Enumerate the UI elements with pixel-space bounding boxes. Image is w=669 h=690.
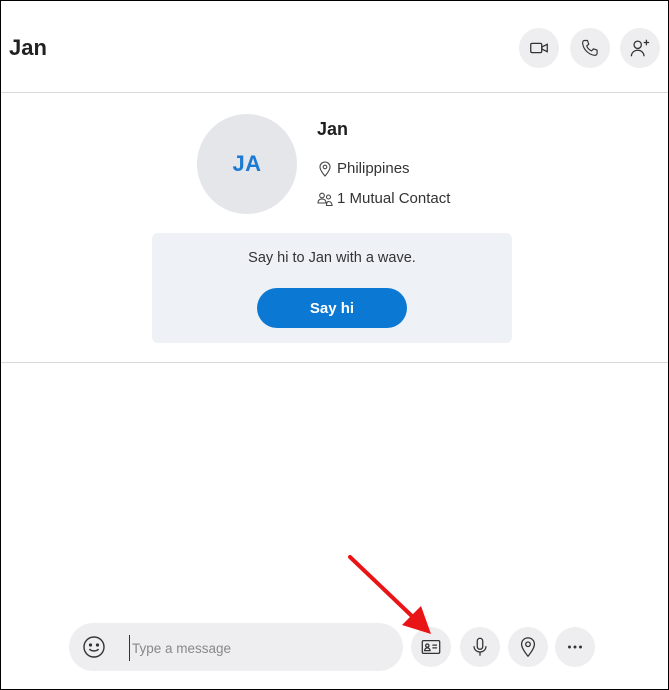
voice-message-button[interactable] [460, 627, 500, 667]
avatar-initials: JA [232, 151, 262, 176]
location-text: Philippines [337, 160, 410, 177]
say-hi-button[interactable]: Say hi [257, 288, 407, 328]
video-camera-icon [530, 42, 548, 54]
chat-header: Jan [1, 1, 668, 93]
video-call-button[interactable] [519, 28, 559, 68]
chat-title: Jan [9, 35, 47, 60]
ellipsis-icon [568, 645, 582, 649]
phone-icon [582, 39, 598, 56]
map-pin-icon [317, 160, 333, 177]
more-options-button[interactable] [555, 627, 595, 667]
emoji-button[interactable] [81, 634, 107, 660]
profile-section: JA Jan Philippines 1 Mutual Contact Say … [1, 93, 668, 363]
wave-prompt-text: Say hi to Jan with a wave. [248, 250, 416, 266]
chat-window: Jan JA Jan Philippines 1 Mutual Contact … [0, 0, 669, 690]
add-people-button[interactable] [620, 28, 660, 68]
profile-mutual-contacts: 1 Mutual Contact [317, 190, 450, 207]
profile-location: Philippines [317, 160, 410, 177]
smiley-icon [83, 636, 105, 658]
red-arrow-annotation [348, 555, 431, 634]
profile-name: Jan [317, 119, 349, 139]
send-location-button[interactable] [508, 627, 548, 667]
mutual-contacts-text: 1 Mutual Contact [337, 190, 451, 207]
people-icon [317, 191, 333, 207]
location-pin-icon [520, 637, 536, 658]
audio-call-button[interactable] [570, 28, 610, 68]
wave-card: Say hi to Jan with a wave. Say hi [152, 233, 512, 343]
add-person-icon [630, 39, 650, 57]
avatar[interactable]: JA [197, 114, 297, 214]
microphone-icon [473, 637, 487, 656]
